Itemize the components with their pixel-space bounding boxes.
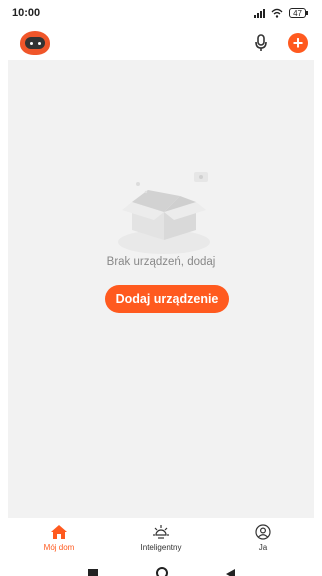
bottom-tab-bar: Mój dom Inteligentny Ja — [8, 518, 314, 558]
sun-icon — [153, 525, 169, 539]
tab-label: Ja — [258, 543, 268, 552]
add-device-button[interactable]: Dodaj urządzenie — [105, 285, 229, 313]
back-button[interactable] — [225, 569, 235, 576]
tab-my-home[interactable]: Mój dom — [14, 524, 104, 552]
user-icon — [255, 524, 271, 540]
plus-circle-icon: + — [292, 33, 304, 53]
app-header: + — [0, 26, 322, 60]
signal-icon — [254, 8, 266, 18]
add-button[interactable]: + — [288, 33, 308, 53]
app-logo[interactable] — [20, 31, 50, 55]
system-nav-bar — [0, 558, 322, 576]
empty-state-message: Brak urządzeń, dodaj — [106, 256, 216, 268]
main-content: Brak urządzeń, dodaj Dodaj urządzenie — [8, 60, 314, 518]
wifi-icon — [271, 8, 283, 18]
status-time: 10:00 — [12, 7, 41, 19]
tab-smart[interactable]: Inteligentny — [116, 524, 206, 552]
tab-label: Inteligentny — [140, 543, 182, 552]
recent-apps-button[interactable] — [87, 569, 98, 576]
microphone-button[interactable] — [254, 34, 268, 52]
status-bar: 10:00 47 — [0, 0, 322, 26]
home-icon — [51, 525, 67, 539]
tab-me[interactable]: Ja — [218, 524, 308, 552]
battery-icon: 47 — [289, 8, 308, 18]
tab-label: Mój dom — [43, 543, 75, 552]
status-icons: 47 — [254, 8, 308, 18]
robot-face-icon — [25, 37, 45, 49]
microphone-icon — [255, 34, 267, 51]
header-actions: + — [254, 33, 308, 53]
home-button[interactable] — [155, 567, 168, 576]
empty-box-illustration — [118, 172, 210, 254]
